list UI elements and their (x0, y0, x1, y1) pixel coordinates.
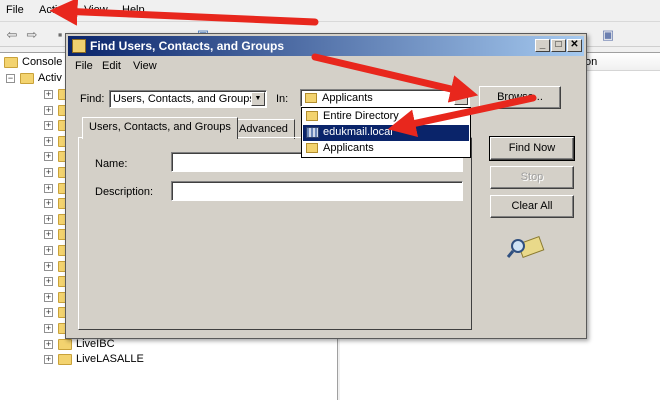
forward-icon[interactable]: ⇨ (24, 27, 40, 43)
find-dialog: Find Users, Contacts, and Groups _ □ ✕ F… (65, 33, 587, 339)
tree-label: Activ (38, 72, 62, 84)
find-select[interactable]: Users, Contacts, and Groups ▼ (109, 90, 267, 108)
menu-action[interactable]: Action (39, 4, 70, 16)
description-input[interactable] (171, 181, 463, 201)
dialog-title: Find Users, Contacts, and Groups (90, 39, 285, 53)
stop-button[interactable]: Stop (490, 166, 574, 189)
dropdown-option-label: Applicants (323, 142, 374, 154)
expand-icon[interactable]: + (44, 199, 53, 209)
collapse-icon[interactable]: − (6, 74, 15, 83)
expand-icon[interactable]: + (44, 246, 53, 255)
dropdown-option-label: edukmail.local (323, 126, 393, 138)
expand-icon[interactable]: + (44, 168, 53, 177)
tree-item-label: LiveIBC (76, 337, 115, 350)
name-label: Name: (95, 158, 128, 170)
expand-icon[interactable]: + (44, 308, 53, 318)
dropdown-option-label: Entire Directory (323, 110, 399, 122)
dropdown-option-applicants[interactable]: Applicants (303, 141, 469, 157)
expand-icon[interactable]: + (44, 355, 53, 365)
in-select[interactable]: Applicants ▼ (300, 89, 470, 107)
chevron-down-icon[interactable]: ▼ (251, 92, 265, 106)
expand-icon[interactable]: + (44, 261, 53, 271)
tab-panel: Name: Description: (78, 137, 472, 330)
toolbar-icon[interactable]: ▣ (600, 27, 616, 43)
dialog-menu-edit[interactable]: Edit (102, 60, 121, 72)
browse-button[interactable]: Browse... (479, 86, 561, 109)
minimize-button[interactable]: _ (535, 39, 550, 52)
find-icon (72, 39, 86, 53)
expand-icon[interactable]: + (44, 121, 53, 131)
back-icon[interactable]: ⇦ (4, 27, 20, 43)
description-label: Description: (95, 186, 154, 198)
expand-icon[interactable]: + (44, 136, 53, 146)
chevron-down-icon[interactable]: ▼ (454, 91, 468, 105)
expand-icon[interactable]: + (44, 230, 53, 240)
find-label: Find: (80, 93, 105, 105)
maximize-button[interactable]: □ (551, 39, 566, 52)
menu-help[interactable]: Help (122, 4, 145, 16)
expand-icon[interactable]: + (44, 105, 53, 115)
dialog-menu-file[interactable]: File (75, 60, 93, 72)
domain-icon (306, 127, 319, 138)
expand-icon[interactable]: + (44, 214, 53, 224)
folder-icon (306, 143, 318, 153)
dialog-titlebar[interactable]: Find Users, Contacts, and Groups _ □ ✕ (68, 36, 584, 56)
in-label: In: (276, 93, 289, 105)
console-menubar: File Action View Help (0, 0, 660, 22)
dialog-menu-view[interactable]: View (133, 60, 157, 72)
folder-icon (305, 93, 317, 103)
expand-icon[interactable]: + (44, 152, 53, 162)
tree-item-label: LiveLASALLE (76, 353, 144, 366)
directory-icon (306, 111, 318, 121)
dropdown-option-domain[interactable]: edukmail.local (303, 125, 469, 141)
tab-advanced[interactable]: Advanced (232, 119, 295, 139)
folder-icon (58, 354, 72, 366)
expand-icon[interactable]: + (44, 183, 53, 193)
dialog-menubar: File Edit View (68, 57, 584, 75)
expand-icon[interactable]: + (44, 292, 53, 302)
find-now-button[interactable]: Find Now (489, 136, 575, 161)
menu-view[interactable]: View (84, 4, 108, 16)
expand-icon[interactable]: + (44, 339, 53, 349)
directory-icon (20, 73, 34, 84)
find-select-value: Users, Contacts, and Groups (113, 93, 255, 105)
tab-users-contacts-groups[interactable]: Users, Contacts, and Groups (82, 117, 238, 139)
dropdown-option-entire-directory[interactable]: Entire Directory (303, 109, 469, 125)
clear-all-button[interactable]: Clear All (490, 195, 574, 218)
in-select-value: Applicants (322, 92, 373, 104)
in-dropdown-list[interactable]: Entire Directory edukmail.local Applican… (301, 107, 471, 158)
expand-icon[interactable]: + (44, 324, 53, 333)
expand-icon[interactable]: + (44, 90, 53, 99)
folder-icon (4, 57, 18, 68)
expand-icon[interactable]: + (44, 277, 53, 287)
search-icon (506, 236, 545, 258)
close-button[interactable]: ✕ (567, 39, 582, 52)
folder-icon (58, 338, 72, 350)
menu-file[interactable]: File (6, 4, 24, 16)
